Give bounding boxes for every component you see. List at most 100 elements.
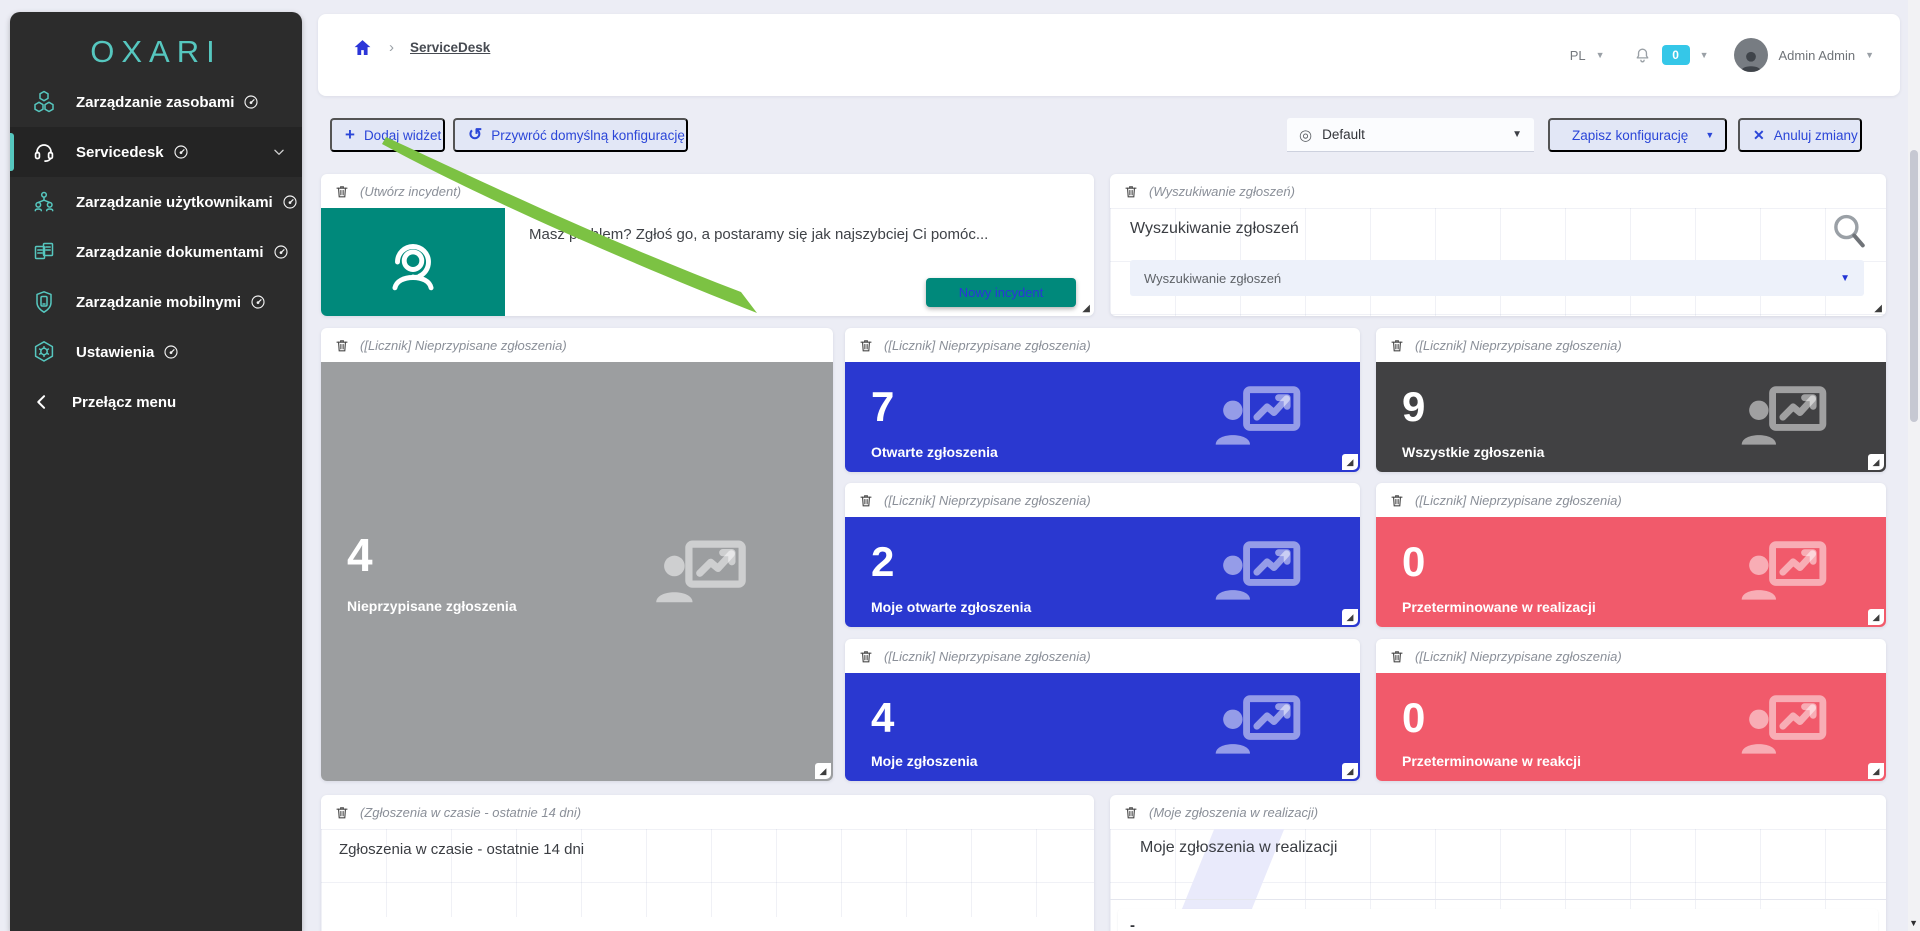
restore-default-config-button[interactable]: ↺ Przywróć domyślną konfigurację (453, 118, 688, 152)
delete-widget-icon[interactable] (858, 648, 874, 665)
language-caret-icon[interactable]: ▼ (1596, 50, 1605, 60)
counter-label: Moje otwarte zgłoszenia (871, 599, 1031, 615)
counter-tile[interactable]: 4 Nieprzypisane zgłoszenia ◢ (321, 362, 833, 781)
sidebar-item-zarzadzanie-mobilnymi[interactable]: Zarządzanie mobilnymi (10, 277, 302, 327)
sidebar-item-zarzadzanie-dokumentami[interactable]: Zarządzanie dokumentami (10, 227, 302, 277)
delete-widget-icon[interactable] (1389, 492, 1405, 509)
scrollbar-track[interactable]: ▼ (1908, 0, 1920, 931)
search-caret-icon[interactable]: ▼ (1840, 273, 1850, 284)
counter-value: 4 (347, 532, 373, 578)
counter-widget-open: ([Licznik] Nieprzypisane zgłoszenia) 7 O… (845, 328, 1360, 472)
counter-tile[interactable]: 0 Przeterminowane w reakcji ◢ (1376, 673, 1886, 781)
dashboard-gauge-icon (173, 144, 189, 160)
topbar-actions: PL ▼ 0 ▼ Admin Admin ▼ (1570, 37, 1874, 73)
sidebar-item-label: Zarządzanie użytkownikami (76, 194, 298, 211)
home-icon[interactable] (352, 37, 373, 58)
settings-gear-icon (32, 340, 56, 364)
counter-tile[interactable]: 0 Przeterminowane w realizacji ◢ (1376, 517, 1886, 627)
tickets-board-icon (1214, 693, 1302, 757)
sidebar-toggle-menu[interactable]: Przełącz menu (10, 377, 302, 427)
counter-tile[interactable]: 7 Otwarte zgłoszenia ◢ (845, 362, 1360, 472)
chart-widget-title: Zgłoszenia w czasie - ostatnie 14 dni (339, 841, 584, 858)
resize-handle[interactable]: ◢ (815, 763, 831, 779)
search-tickets-widget: (Wyszukiwanie zgłoszeń) Wyszukiwanie zgł… (1110, 174, 1886, 316)
breadcrumb-separator: › (389, 39, 394, 56)
widget-header: (Utwórz incydent) (321, 174, 1094, 208)
select-caret-icon: ▼ (1512, 129, 1522, 140)
notification-count-badge[interactable]: 0 (1662, 45, 1690, 65)
counter-label: Wszystkie zgłoszenia (1402, 444, 1544, 460)
ticket-list-item[interactable]: - Zgłaszający Admin Admin (1118, 909, 1878, 931)
sidebar-item-label: Servicedesk (76, 144, 189, 161)
counter-label: Przeterminowane w realizacji (1402, 599, 1596, 615)
sidebar-item-label: Zarządzanie zasobami (76, 94, 259, 111)
resize-handle[interactable]: ◢ (1082, 304, 1090, 314)
delete-widget-icon[interactable] (1389, 337, 1405, 354)
user-name[interactable]: Admin Admin (1778, 48, 1855, 63)
resize-handle[interactable]: ◢ (1868, 763, 1884, 779)
config-select[interactable]: ◎ Default ▼ (1287, 118, 1534, 152)
chart-widget-body: Zgłoszenia w czasie - ostatnie 14 dni Zg… (321, 829, 1094, 931)
topbar: › ServiceDesk PL ▼ 0 ▼ Admin Admin ▼ (318, 14, 1900, 96)
search-widget-title: Wyszukiwanie zgłoszeń (1130, 220, 1299, 238)
delete-widget-icon[interactable] (334, 337, 350, 354)
sidebar-item-label: Ustawienia (76, 344, 179, 361)
resize-handle[interactable]: ◢ (1342, 454, 1358, 470)
counter-widget-overdue-reaction: ([Licznik] Nieprzypisane zgłoszenia) 0 P… (1376, 639, 1886, 781)
sidebar-item-zarzadzanie-uzytkownikami[interactable]: Zarządzanie użytkownikami (10, 177, 302, 227)
tickets-board-icon (1740, 384, 1828, 448)
counter-tile[interactable]: 2 Moje otwarte zgłoszenia ◢ (845, 517, 1360, 627)
scrollbar-thumb[interactable] (1910, 150, 1918, 422)
widget-header-label: ([Licznik] Nieprzypisane zgłoszenia) (884, 338, 1091, 353)
delete-widget-icon[interactable] (334, 183, 350, 200)
sidebar-item-zarzadzanie-zasobami[interactable]: Zarządzanie zasobami (10, 77, 302, 127)
add-widget-button[interactable]: + Dodaj widżet (330, 118, 445, 152)
counter-value: 0 (1402, 541, 1425, 583)
create-incident-widget: (Utwórz incydent) Masz problem? Zgłoś go… (321, 174, 1094, 316)
resize-handle[interactable]: ◢ (1868, 609, 1884, 625)
save-config-button[interactable]: Zapisz konfigurację ▼ (1548, 118, 1727, 152)
delete-widget-icon[interactable] (1123, 804, 1139, 821)
search-input-placeholder: Wyszukiwanie zgłoszeń (1144, 271, 1281, 286)
chevron-left-icon (32, 392, 52, 412)
delete-widget-icon[interactable] (1389, 648, 1405, 665)
notifications-bell-icon[interactable] (1633, 46, 1652, 65)
language-selector-label[interactable]: PL (1570, 48, 1586, 63)
resize-handle[interactable]: ◢ (1874, 304, 1882, 314)
delete-widget-icon[interactable] (1123, 183, 1139, 200)
search-input[interactable]: Wyszukiwanie zgłoszeń ▼ (1130, 260, 1864, 296)
config-select-value: Default (1322, 127, 1365, 142)
breadcrumb-servicedesk-link[interactable]: ServiceDesk (410, 40, 490, 55)
resize-handle[interactable]: ◢ (1342, 609, 1358, 625)
delete-widget-icon[interactable] (858, 492, 874, 509)
tickets-over-time-widget: (Zgłoszenia w czasie - ostatnie 14 dni) … (321, 795, 1094, 931)
search-icon[interactable] (1828, 210, 1870, 252)
counter-tile[interactable]: 9 Wszystkie zgłoszenia ◢ (1376, 362, 1886, 472)
resize-handle[interactable]: ◢ (1868, 454, 1884, 470)
widget-header-label: (Moje zgłoszenia w realizacji) (1149, 805, 1318, 820)
cancel-changes-button[interactable]: ✕ Anuluj zmiany (1738, 118, 1862, 152)
counter-value: 0 (1402, 697, 1425, 739)
new-incident-button[interactable]: Nowy incydent (926, 278, 1076, 307)
save-split-caret-icon[interactable]: ▼ (1705, 130, 1714, 140)
scrollbar-down-arrow[interactable]: ▼ (1909, 918, 1918, 928)
resize-handle[interactable]: ◢ (1342, 763, 1358, 779)
widget-header-label: (Utwórz incydent) (360, 184, 461, 199)
oxari-logo: OXARI (10, 34, 302, 70)
dashboard-gauge-icon (163, 344, 179, 360)
active-indicator (10, 133, 14, 171)
counter-label: Nieprzypisane zgłoszenia (347, 598, 517, 614)
delete-widget-icon[interactable] (334, 804, 350, 821)
sidebar-item-servicedesk[interactable]: Servicedesk (10, 127, 302, 177)
counter-tile[interactable]: 4 Moje zgłoszenia ◢ (845, 673, 1360, 781)
widget-header-label: ([Licznik] Nieprzypisane zgłoszenia) (1415, 493, 1622, 508)
breadcrumb: › ServiceDesk (352, 37, 490, 58)
counter-value: 4 (871, 697, 894, 739)
user-menu-caret-icon[interactable]: ▼ (1865, 50, 1874, 60)
notifications-caret-icon[interactable]: ▼ (1700, 50, 1709, 60)
sidebar-item-ustawienia[interactable]: Ustawienia (10, 327, 302, 377)
servicedesk-dashboard: OXARI Zarządzanie zasobami (0, 0, 1920, 931)
users-icon (32, 190, 56, 214)
delete-widget-icon[interactable] (858, 337, 874, 354)
avatar[interactable] (1734, 38, 1768, 72)
